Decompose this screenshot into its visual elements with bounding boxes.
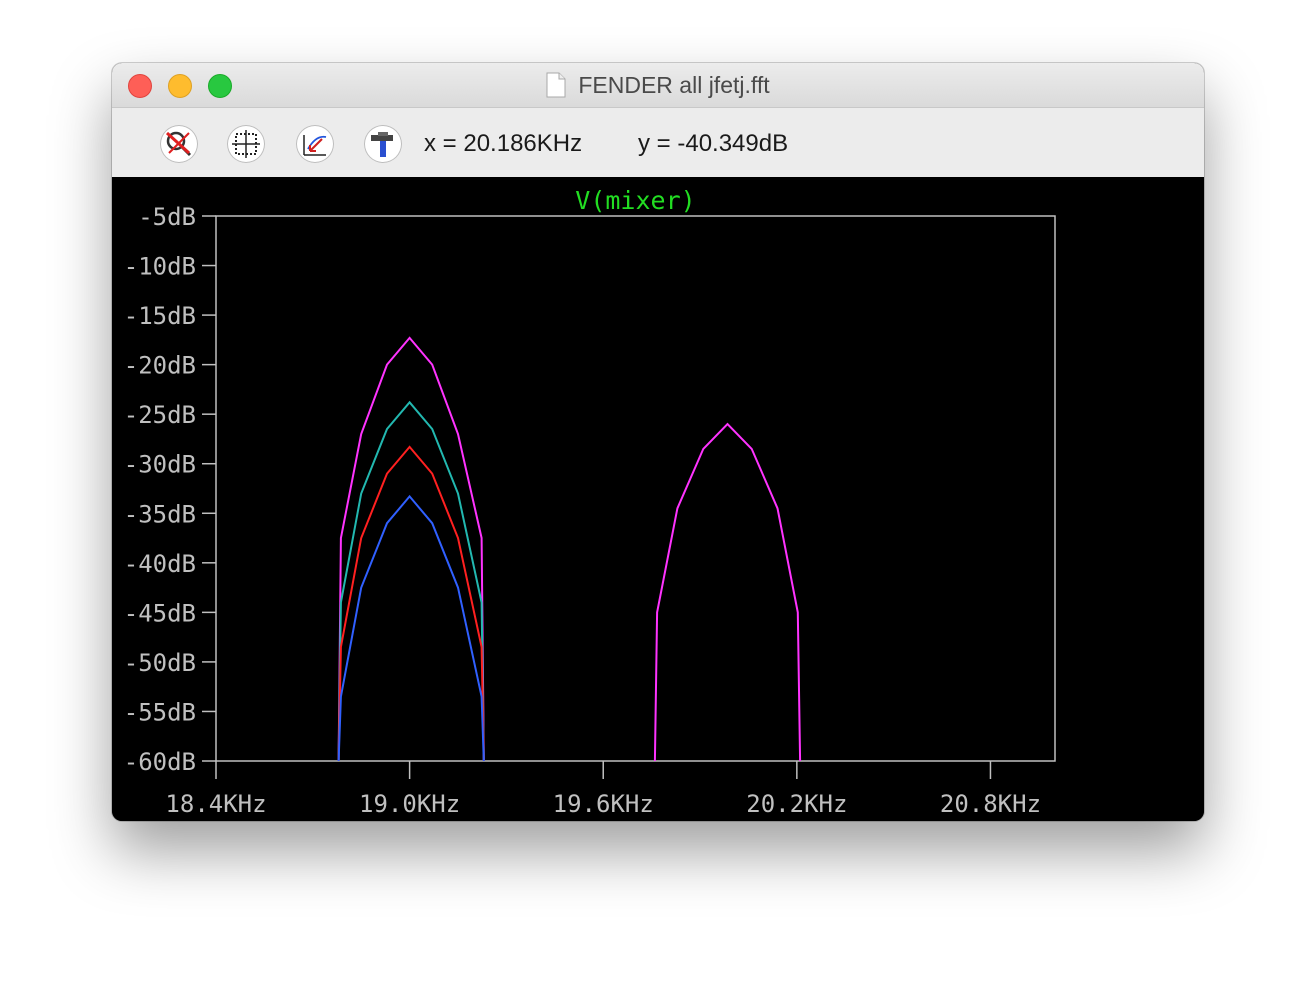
waveform-plot[interactable]: V(mixer) -5dB -10dB -15dB -20dB -25dB -30dB -35… (112, 177, 1204, 821)
y-tick-label: -55dB (124, 698, 196, 726)
toolbar: x = 20.186KHz y = -40.349dB (112, 108, 1204, 178)
plot-window: FENDER all jfetj.fft x = 20.186KHz y = -… (112, 63, 1204, 821)
x-tick-label: 18.4KHz (165, 790, 266, 818)
hammer-icon (371, 132, 393, 157)
y-tick-label: -20dB (124, 352, 196, 380)
plot-frame (215, 215, 1056, 762)
title-bar[interactable]: FENDER all jfetj.fft (112, 63, 1204, 108)
y-tick-label: -50dB (124, 649, 196, 677)
fft-chart[interactable]: V(mixer) -5dB -10dB -15dB -20dB -25dB -30dB -35… (112, 177, 1204, 821)
hammer-button[interactable] (364, 125, 402, 163)
series-line-4 (337, 494, 485, 762)
y-tick-label: -15dB (124, 302, 196, 330)
y-tick-label: -35dB (124, 500, 196, 528)
x-tick-label: 20.8KHz (940, 790, 1041, 818)
y-tick-label: -25dB (124, 401, 196, 429)
series-line-5 (653, 422, 802, 762)
zoom-cancel-icon (165, 131, 192, 157)
y-tick-label: -30dB (124, 451, 196, 479)
y-tick-label: -5dB (138, 203, 196, 231)
chart-title: V(mixer) (575, 186, 695, 215)
y-tick-label: -60dB (124, 748, 196, 776)
zoom-cancel-button[interactable] (160, 125, 198, 163)
pan-icon (303, 135, 327, 156)
autorange-button[interactable] (227, 125, 265, 163)
x-tick-label: 19.0KHz (359, 790, 460, 818)
document-icon (546, 72, 566, 98)
cursor-x-readout: x = 20.186KHz (424, 130, 583, 157)
x-tick-label: 19.6KHz (553, 790, 654, 818)
pan-button[interactable] (296, 125, 334, 163)
series-line-1 (337, 336, 485, 762)
x-tick-label: 20.2KHz (746, 790, 847, 818)
window-title: FENDER all jfetj.fft (578, 71, 770, 98)
autorange-icon (232, 130, 260, 158)
y-tick-label: -10dB (124, 253, 196, 281)
cursor-y-readout: y = -40.349dB (638, 130, 789, 157)
y-tick-label: -45dB (124, 599, 196, 627)
y-tick-label: -40dB (124, 550, 196, 578)
